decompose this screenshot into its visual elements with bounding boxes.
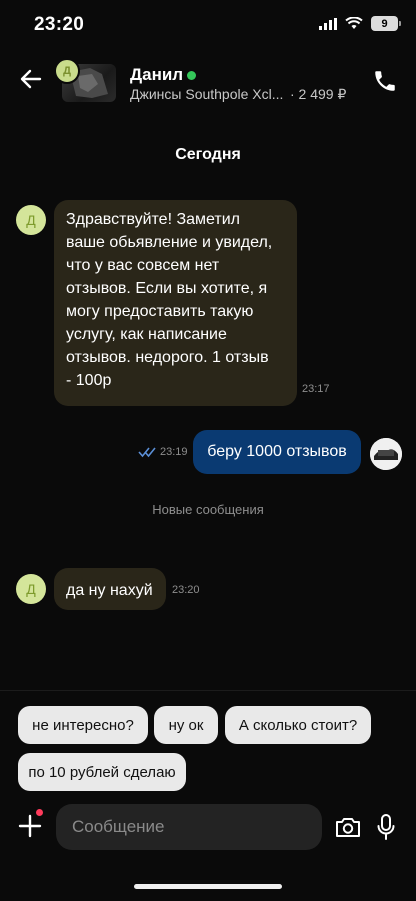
composer-area: не интересно? ну ок А сколько стоит? по … xyxy=(0,690,416,901)
contact-avatar: Д xyxy=(54,58,80,84)
listing-price: · 2 499 ₽ xyxy=(290,86,347,102)
read-checkmarks-icon xyxy=(138,447,156,458)
new-messages-divider: Новые сообщения xyxy=(152,502,264,517)
status-time: 23:20 xyxy=(34,14,85,35)
battery-indicator: 9 xyxy=(371,16,401,31)
notification-dot xyxy=(36,809,43,816)
my-avatar[interactable] xyxy=(370,438,402,470)
message-time: 23:20 xyxy=(172,584,200,596)
quick-reply-chip[interactable]: не интересно? xyxy=(18,706,148,744)
signal-icon xyxy=(319,17,337,30)
online-status-dot xyxy=(187,71,196,80)
date-separator: Сегодня xyxy=(175,146,241,163)
message-time: 23:17 xyxy=(302,383,330,395)
outgoing-message[interactable]: беру 1000 отзывов xyxy=(193,430,361,474)
message-text: да ну нахуй xyxy=(66,582,153,599)
listing-title[interactable]: Джинсы Southpole Xcl... xyxy=(130,86,283,102)
message-input[interactable]: Сообщение xyxy=(56,804,322,850)
message-time: 23:19 xyxy=(160,446,188,458)
back-arrow-icon[interactable] xyxy=(18,66,44,92)
contact-name[interactable]: Данил xyxy=(130,65,183,85)
incoming-message[interactable]: Здравствуйте! Заметил ваше обьявление и … xyxy=(54,200,330,406)
status-icons: 9 xyxy=(319,16,401,31)
incoming-message[interactable]: да ну нахуй xyxy=(54,568,166,610)
quick-reply-chip[interactable]: ну ок xyxy=(154,706,218,744)
message-text: Здравствуйте! Заметил ваше обьявление и … xyxy=(66,211,273,389)
message-text: беру 1000 отзывов xyxy=(207,443,347,460)
wifi-icon xyxy=(345,17,363,29)
quick-reply-chip[interactable]: А сколько стоит? xyxy=(225,706,371,744)
quick-reply-chip[interactable]: по 10 рублей сделаю xyxy=(18,753,186,791)
camera-icon[interactable] xyxy=(334,815,362,839)
sender-avatar[interactable]: Д xyxy=(16,205,46,235)
microphone-icon[interactable] xyxy=(376,814,396,840)
plus-icon[interactable] xyxy=(18,814,42,838)
sender-avatar[interactable]: Д xyxy=(16,574,46,604)
phone-icon[interactable] xyxy=(372,68,398,94)
home-indicator xyxy=(134,884,282,889)
